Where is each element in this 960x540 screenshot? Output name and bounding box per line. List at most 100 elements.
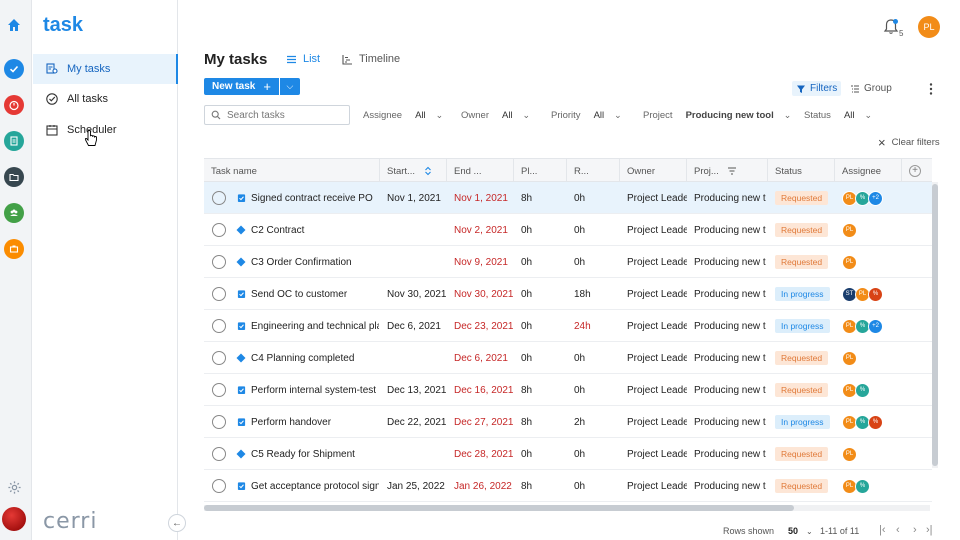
filter-label: Assignee [363, 110, 403, 121]
more-options-icon[interactable] [929, 82, 933, 96]
complete-task-radio[interactable] [212, 351, 226, 365]
briefcase-icon[interactable] [4, 239, 24, 259]
scroll-thumb[interactable] [932, 184, 938, 466]
status-badge[interactable]: Requested [775, 447, 829, 461]
timer-icon[interactable] [4, 95, 24, 115]
table-row[interactable]: C3 Order Confirmation Nov 9, 2021 0h 0h Proj… [204, 246, 932, 278]
assignee-avatar[interactable]: PL [842, 222, 857, 238]
complete-task-radio[interactable] [212, 447, 226, 461]
rows-per-page[interactable]: Rows shown 50 ⌄ [723, 526, 813, 536]
status-badge[interactable]: Requested [775, 191, 829, 205]
table-row[interactable]: Signed contract receive PO Nov 1, 2021 Nov… [204, 182, 932, 214]
complete-task-radio[interactable] [212, 479, 226, 493]
clear-filters-button[interactable]: × Clear filters [878, 135, 940, 150]
column-owner[interactable]: Owner [620, 159, 687, 183]
assignee-avatar[interactable]: PL [842, 446, 857, 462]
table-row[interactable]: Get acceptance protocol signe Jan 25, 202… [204, 470, 932, 502]
column-project[interactable]: Proj... [687, 159, 768, 183]
task-name[interactable]: Send OC to customer [251, 278, 379, 310]
sidebar-item-all-tasks[interactable]: All tasks [33, 84, 178, 114]
task-name[interactable]: C3 Order Confirmation [251, 246, 379, 278]
user-avatar[interactable]: PL [918, 16, 940, 38]
assignee-avatar[interactable]: % [855, 382, 870, 398]
table-row[interactable]: C2 Contract Nov 2, 2021 0h 0h Project Leade P… [204, 214, 932, 246]
tab-timeline[interactable]: Timeline [342, 53, 400, 65]
task-name[interactable]: Signed contract receive PO [251, 182, 379, 214]
task-name[interactable]: Perform handover [251, 406, 379, 438]
assignee-avatar[interactable]: PL [842, 254, 857, 270]
search-input[interactable]: Search tasks [204, 105, 350, 125]
user-avatar[interactable] [2, 507, 26, 531]
table-row[interactable]: C4 Planning completed Dec 6, 2021 0h 0h Proj… [204, 342, 932, 374]
complete-task-radio[interactable] [212, 287, 226, 301]
assignee-avatar[interactable]: % [855, 478, 870, 494]
filter-status[interactable]: Status All ⌄ [804, 110, 872, 121]
next-page-icon[interactable]: › [913, 524, 917, 536]
complete-task-radio[interactable] [212, 319, 226, 333]
table-row[interactable]: Perform internal system-test Dec 13, 2021… [204, 374, 932, 406]
complete-task-radio[interactable] [212, 223, 226, 237]
column-assignee[interactable]: Assignee [835, 159, 902, 183]
filter-assignee[interactable]: Assignee All ⌄ [363, 110, 443, 121]
column-end[interactable]: End ... [447, 159, 514, 183]
task-name[interactable]: Perform internal system-test [251, 374, 379, 406]
column-start[interactable]: Start... [380, 159, 447, 183]
complete-task-radio[interactable] [212, 191, 226, 205]
table-row[interactable]: Send OC to customer Nov 30, 2021 Nov 30, 2… [204, 278, 932, 310]
assignee-avatar[interactable]: PL [842, 350, 857, 366]
complete-task-radio[interactable] [212, 383, 226, 397]
task-name[interactable]: C4 Planning completed [251, 342, 379, 374]
assignee-avatar[interactable]: +2 [868, 318, 883, 334]
filter-priority[interactable]: Priority All ⌄ [551, 110, 622, 121]
table-row[interactable]: C5 Ready for Shipment Dec 28, 2021 0h 0h Pro… [204, 438, 932, 470]
status-badge[interactable]: Requested [775, 351, 829, 365]
status-badge[interactable]: In progress [775, 287, 830, 301]
status-badge[interactable]: Requested [775, 479, 829, 493]
sidebar-item-scheduler[interactable]: Scheduler [33, 115, 178, 145]
cell-remaining: 24h [574, 320, 591, 332]
task-name[interactable]: C2 Contract [251, 214, 379, 246]
status-badge[interactable]: Requested [775, 223, 829, 237]
cell-planned: 0h [521, 256, 533, 268]
task-name[interactable]: Engineering and technical pla [251, 310, 379, 342]
cell-planned: 8h [521, 192, 533, 204]
status-badge[interactable]: Requested [775, 383, 829, 397]
status-badge[interactable]: Requested [775, 255, 829, 269]
assignee-avatar[interactable]: % [868, 414, 883, 430]
column-status[interactable]: Status [768, 159, 835, 183]
first-page-icon[interactable]: |‹ [879, 524, 886, 536]
prev-page-icon[interactable]: ‹ [896, 524, 900, 536]
complete-task-radio[interactable] [212, 255, 226, 269]
task-name[interactable]: C5 Ready for Shipment [251, 438, 379, 470]
column-remaining[interactable]: R... [567, 159, 620, 183]
table-row[interactable]: Engineering and technical pla Dec 6, 2021… [204, 310, 932, 342]
assignee-avatar[interactable]: % [868, 286, 883, 302]
filters-button[interactable]: Filters [792, 81, 842, 96]
column-planned[interactable]: Pl... [514, 159, 567, 183]
column-task-name[interactable]: Task name [204, 159, 380, 183]
new-task-dropdown-button[interactable]: ⌵ [279, 78, 300, 95]
sidebar-item-my-tasks[interactable]: My tasks [33, 54, 178, 84]
filter-project[interactable]: Project Producing new tool ⌄ [643, 110, 791, 121]
tab-list[interactable]: List [286, 53, 320, 65]
scroll-thumb[interactable] [204, 505, 794, 511]
table-row[interactable]: Perform handover Dec 22, 2021 Dec 27, 2021… [204, 406, 932, 438]
team-icon[interactable] [4, 203, 24, 223]
filter-owner[interactable]: Owner All ⌄ [461, 110, 530, 121]
home-icon[interactable] [5, 16, 23, 34]
group-button[interactable]: Group [850, 83, 892, 94]
task-name[interactable]: Get acceptance protocol signe [251, 470, 379, 502]
gear-icon[interactable] [5, 478, 23, 496]
status-badge[interactable]: In progress [775, 319, 830, 333]
report-icon[interactable] [4, 131, 24, 151]
add-column-button[interactable]: + [909, 165, 921, 177]
new-task-button[interactable]: New task + [204, 78, 279, 95]
folder-icon[interactable] [4, 167, 24, 187]
last-page-icon[interactable]: ›| [926, 524, 933, 536]
vertical-scrollbar[interactable] [932, 182, 938, 468]
status-badge[interactable]: In progress [775, 415, 830, 429]
task-check-icon[interactable] [4, 59, 24, 79]
complete-task-radio[interactable] [212, 415, 226, 429]
assignee-avatar[interactable]: +2 [868, 190, 883, 206]
horizontal-scrollbar[interactable] [204, 505, 930, 511]
